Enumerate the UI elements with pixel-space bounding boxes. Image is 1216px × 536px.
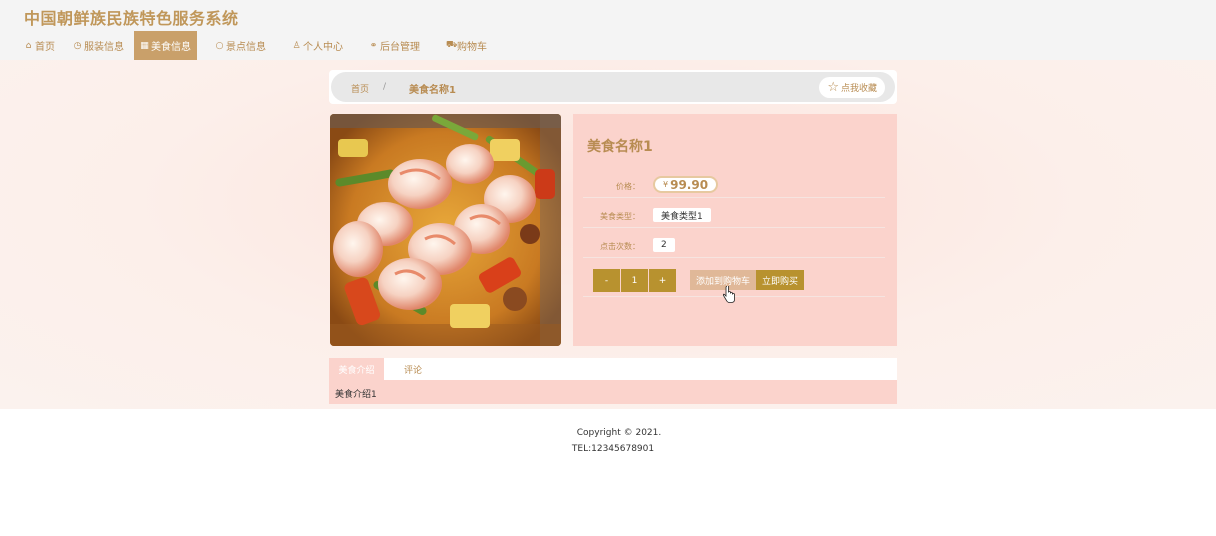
breadcrumb-separator: / <box>383 82 387 92</box>
price-label: 价格： <box>616 182 640 191</box>
home-icon: ⌂ <box>25 40 32 51</box>
star-icon: ☆ <box>827 80 839 95</box>
product-title: 美食名称1 <box>587 139 653 155</box>
user-icon: ♙ <box>292 40 301 51</box>
page: 中国朝鲜族民族特色服务系统 ⌂ 首页 ◷ 服装信息 ▦ 美食信息 ○ 景点信息 ♙ 个人中… <box>0 0 1216 536</box>
main-nav: ⌂ 首页 ◷ 服装信息 ▦ 美食信息 ○ 景点信息 ♙ 个人中心 ⚭ 后台管理 ⛟ 购物车 <box>0 31 497 60</box>
clicks-label: 点击次数： <box>600 242 640 251</box>
quantity-increase-button[interactable]: + <box>649 269 676 292</box>
quantity-input[interactable]: 1 <box>621 269 648 292</box>
nav-item-admin[interactable]: ⚭ 后台管理 <box>353 31 430 60</box>
product-info-panel: 美食名称1 价格： ¥99.90 美食类型： 美食类型1 点击次数： 2 - 1… <box>573 114 897 346</box>
favorite-button[interactable]: ☆ 点我收藏 <box>819 77 885 98</box>
tab-content: 美食介绍1 <box>329 380 897 404</box>
circle-icon: ○ <box>215 40 224 51</box>
site-title: 中国朝鲜族民族特色服务系统 <box>24 9 239 28</box>
breadcrumb: 首页 / 美食名称1 ☆ 点我收藏 <box>331 72 895 102</box>
price-row: 价格： ¥99.90 <box>583 176 885 198</box>
breadcrumb-home-link[interactable]: 首页 <box>351 82 369 95</box>
quantity-decrease-button[interactable]: - <box>593 269 620 292</box>
type-value: 美食类型1 <box>653 208 711 222</box>
detail-tabs: 美食介绍 评论 <box>329 358 897 380</box>
tab-comments[interactable]: 评论 <box>394 358 432 380</box>
clicks-value: 2 <box>653 238 675 252</box>
food-intro-text: 美食介绍1 <box>335 390 377 400</box>
cart-icon: ⛟ <box>446 40 458 50</box>
nav-item-clothing[interactable]: ◷ 服装信息 <box>65 31 134 60</box>
product-image <box>330 114 561 346</box>
breadcrumb-container: 首页 / 美食名称1 ☆ 点我收藏 <box>329 70 897 104</box>
telephone-text: TEL:12345678901 <box>571 444 655 454</box>
shrimp-dish-illustration <box>330 114 561 346</box>
grid-icon: ▦ <box>140 40 149 51</box>
buy-now-button[interactable]: 立即购买 <box>756 270 805 290</box>
nav-item-personal[interactable]: ♙ 个人中心 <box>276 31 353 60</box>
clock-icon: ◷ <box>73 40 82 51</box>
clicks-row: 点击次数： 2 <box>583 238 885 258</box>
hand-cursor-icon <box>723 286 735 303</box>
type-row: 美食类型： 美食类型1 <box>583 208 885 228</box>
nav-item-food[interactable]: ▦ 美食信息 <box>134 31 197 60</box>
type-label: 美食类型： <box>600 212 640 221</box>
breadcrumb-current: 美食名称1 <box>409 85 456 96</box>
footer: Copyright © 2021. TEL:12345678901 <box>0 425 1216 457</box>
nav-item-home[interactable]: ⌂ 首页 <box>0 31 65 60</box>
quantity-stepper: - 1 + <box>593 269 677 292</box>
nav-item-attractions[interactable]: ○ 景点信息 <box>197 31 276 60</box>
nav-item-cart[interactable]: ⛟ 购物车 <box>430 31 497 60</box>
header: 中国朝鲜族民族特色服务系统 ⌂ 首页 ◷ 服装信息 ▦ 美食信息 ○ 景点信息 ♙ 个人中… <box>0 0 1216 60</box>
link-icon: ⚭ <box>369 40 378 51</box>
copyright-text: Copyright © 2021. <box>576 428 662 438</box>
price-value: ¥99.90 <box>653 176 719 193</box>
tab-food-intro[interactable]: 美食介绍 <box>329 358 384 380</box>
